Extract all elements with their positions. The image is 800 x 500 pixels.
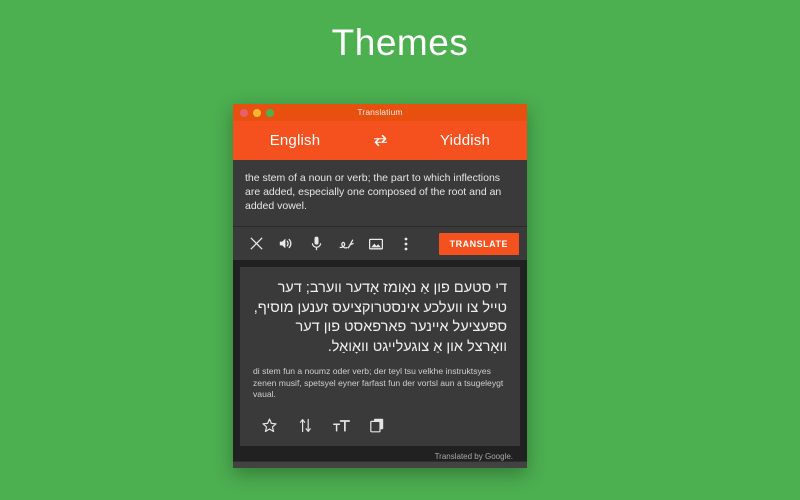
target-language-button[interactable]: Yiddish — [403, 132, 527, 149]
window-titlebar: Translatium — [233, 104, 527, 121]
window-title: Translatium — [357, 107, 403, 117]
image-input-button[interactable] — [361, 231, 391, 257]
result-area: די סטעם פון אַ נאָומז אָדער ווערב; דער ט… — [233, 260, 527, 461]
close-icon — [249, 237, 263, 250]
speak-button[interactable] — [271, 231, 301, 257]
speaker-icon — [279, 237, 294, 250]
favorite-button[interactable] — [256, 415, 282, 437]
transliteration-text: di stem fun a noumz oder verb; der teyl … — [253, 366, 504, 399]
swap-vertical-icon — [299, 418, 312, 433]
language-bar: English Yiddish — [233, 121, 527, 160]
swap-languages-button[interactable] — [357, 134, 403, 147]
clear-text-button[interactable] — [241, 231, 271, 257]
source-text-card[interactable]: the stem of a noun or verb; the part to … — [233, 160, 527, 227]
microphone-icon — [311, 236, 322, 251]
voice-input-button[interactable] — [301, 231, 331, 257]
bottom-navigation: Home Phrasebook Settings — [233, 460, 527, 468]
copy-icon — [370, 418, 384, 433]
app-window: Translatium English Yiddish the stem of … — [233, 104, 527, 468]
swap-horizontal-icon — [372, 134, 389, 147]
result-action-row — [253, 401, 507, 446]
result-card: די סטעם פון אַ נאָומז אָדער ווערב; דער ט… — [240, 267, 520, 446]
handwriting-icon — [339, 237, 354, 251]
more-vertical-icon — [404, 237, 408, 251]
source-text-input[interactable]: the stem of a noun or verb; the part to … — [245, 171, 515, 213]
text-size-icon — [332, 419, 350, 432]
page-title: Themes — [331, 22, 469, 63]
translation-attribution: Translated by Google. — [434, 451, 513, 461]
image-icon — [369, 238, 383, 250]
handwriting-input-button[interactable] — [331, 231, 361, 257]
translate-button[interactable]: TRANSLATE — [438, 232, 519, 255]
text-size-button[interactable] — [328, 415, 354, 437]
translated-text: די סטעם פון אַ נאָומז אָדער ווערב; דער ט… — [253, 280, 507, 355]
action-toolbar: TRANSLATE — [233, 227, 527, 260]
star-icon — [261, 418, 277, 433]
swap-text-button[interactable] — [292, 415, 318, 437]
source-language-button[interactable]: English — [233, 132, 357, 149]
copy-button[interactable] — [364, 415, 390, 437]
more-options-button[interactable] — [391, 231, 421, 257]
